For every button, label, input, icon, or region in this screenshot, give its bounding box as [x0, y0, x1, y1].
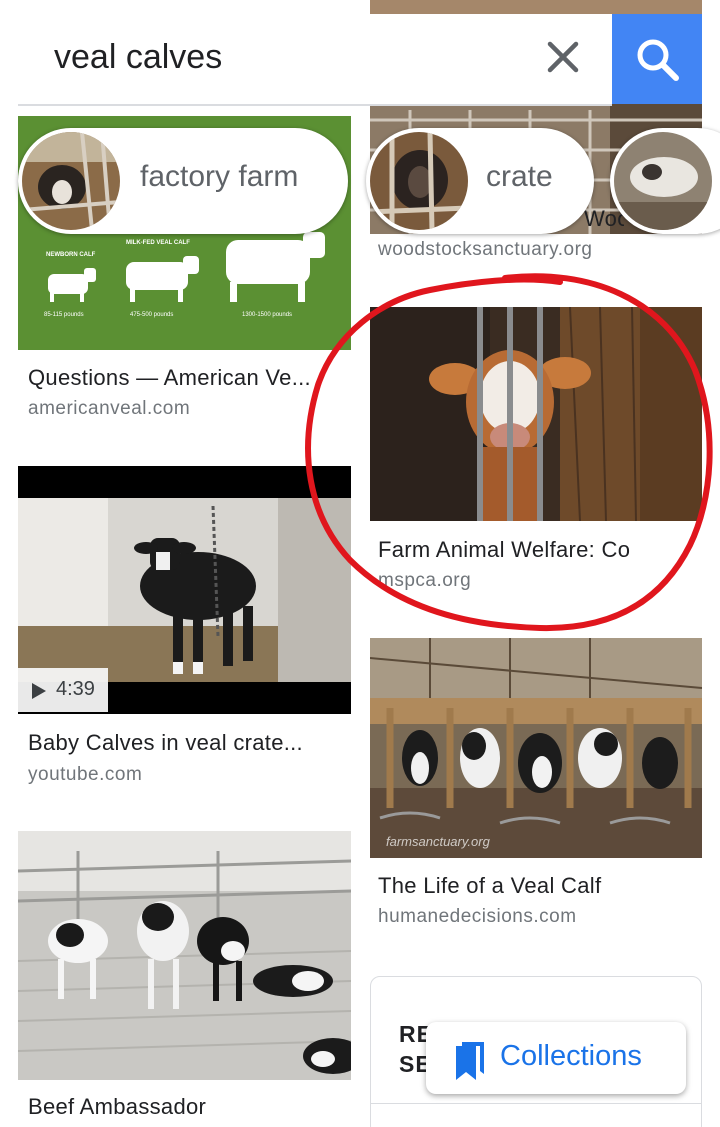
chip-factory-farm[interactable]: factory farm — [18, 128, 348, 234]
chip-label: crate — [486, 160, 553, 193]
bookmark-icon — [456, 1042, 484, 1080]
chip-avatar — [370, 132, 468, 230]
search-input[interactable]: veal calves — [54, 38, 222, 77]
chip-crate[interactable]: crate — [366, 128, 594, 234]
infographic-label-milkfed: MILK-FED VEAL CALF — [126, 240, 190, 246]
collections-label: Collections — [500, 1040, 642, 1072]
result-source: mspca.org — [378, 570, 472, 591]
result-title[interactable]: The Life of a Veal Calf — [378, 873, 698, 899]
video-duration: 4:39 — [56, 678, 95, 700]
result-image-mspca[interactable] — [370, 307, 702, 521]
result-title[interactable]: Questions — American Ve... — [28, 365, 348, 391]
result-title[interactable]: Beef Ambassador — [28, 1094, 348, 1120]
watermark: farmsanctuary.org — [386, 834, 490, 849]
result-title[interactable]: Farm Animal Welfare: Co — [378, 537, 678, 563]
result-source: youtube.com — [28, 764, 143, 785]
clear-icon[interactable] — [538, 32, 588, 82]
search-bar: veal calves — [18, 14, 702, 106]
search-icon — [637, 39, 679, 81]
result-source: woodstocksanctuary.org — [378, 239, 593, 260]
result-source: humanedecisions.com — [378, 906, 577, 927]
divider — [371, 1103, 701, 1104]
result-title[interactable]: Baby Calves in veal crate... — [28, 730, 348, 756]
chip-label: factory farm — [140, 160, 299, 193]
chip-avatar — [22, 132, 120, 230]
chip-next[interactable] — [610, 128, 720, 234]
infographic-weight-1: 85-115 pounds — [44, 312, 84, 318]
search-button[interactable] — [612, 14, 702, 104]
play-icon — [32, 683, 46, 699]
infographic-label-newborn: NEWBORN CALF — [46, 252, 96, 258]
chip-avatar — [614, 132, 712, 230]
result-image-beef-ambassador[interactable] — [18, 831, 351, 1080]
infographic-weight-3: 1300-1500 pounds — [242, 312, 293, 318]
result-source: americanveal.com — [28, 398, 191, 419]
infographic-weight-2: 475-500 pounds — [130, 312, 174, 318]
video-duration-badge: 4:39 — [18, 668, 108, 712]
collections-button[interactable]: Collections — [426, 1022, 686, 1094]
result-image-humanedecisions[interactable]: farmsanctuary.org — [370, 638, 702, 858]
